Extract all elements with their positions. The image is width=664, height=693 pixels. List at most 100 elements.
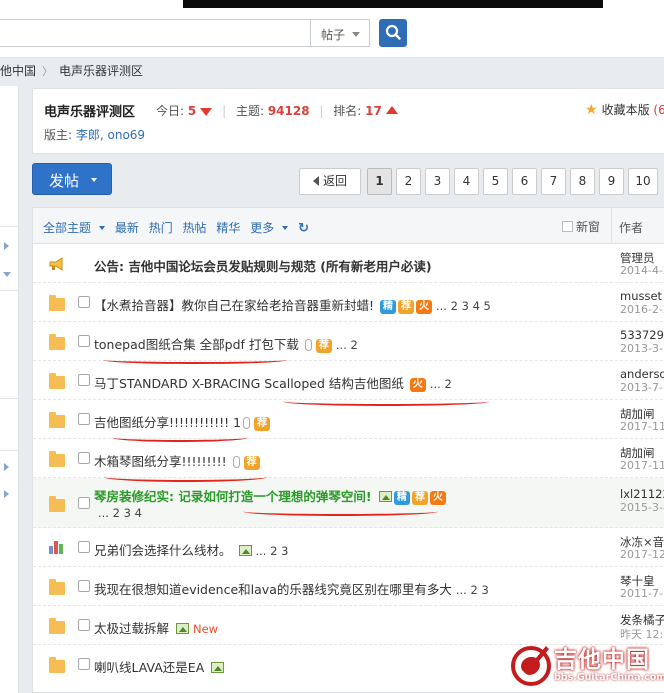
- row-checkbox[interactable]: [78, 452, 90, 464]
- table-row[interactable]: 我现在很想知道evidence和lava的乐器线究竟区别在哪里有多大 ... 2 …: [33, 567, 664, 606]
- search-button[interactable]: [379, 19, 407, 47]
- chevron-down-icon[interactable]: [3, 272, 11, 277]
- folder-icon: [49, 334, 65, 350]
- row-checkbox[interactable]: [78, 374, 90, 386]
- page-3[interactable]: 3: [425, 168, 450, 195]
- row-checkbox[interactable]: [78, 619, 90, 631]
- table-row[interactable]: 【水煮拾音器】教你自己在家给老拾音器重新封蜡! 精荐火 ... 2 3 4 5 m…: [33, 283, 664, 322]
- annotation-underline: [103, 356, 287, 364]
- folder-icon: [49, 496, 65, 512]
- thread-title[interactable]: 兄弟们会选择什么线材。: [94, 543, 232, 558]
- digest-badge: 精: [380, 300, 396, 314]
- thread-date: 2011-7-1: [620, 587, 664, 600]
- thread-date: 2015-3-8: [620, 501, 664, 514]
- thread-author[interactable]: musset: [620, 289, 662, 303]
- divider: |: [222, 104, 227, 118]
- chevron-right-icon[interactable]: [4, 490, 9, 498]
- back-button[interactable]: 返回: [299, 168, 361, 195]
- new-post-button[interactable]: 发帖: [32, 163, 112, 195]
- row-checkbox[interactable]: [78, 413, 90, 425]
- topics-value: 94128: [267, 104, 310, 118]
- thread-title[interactable]: 【水煮拾音器】教你自己在家给老拾音器重新封蜡!: [94, 298, 374, 313]
- favorite-forum-button[interactable]: ★ 收藏本版 (6: [585, 101, 664, 118]
- page-9[interactable]: 9: [599, 168, 624, 195]
- filter-digest[interactable]: 精华: [216, 221, 240, 235]
- image-icon: [238, 545, 252, 556]
- watermark-url: bbs.GuitarChina.com: [554, 672, 664, 683]
- search-input[interactable]: [0, 19, 311, 47]
- favorite-label: 收藏本版: [601, 103, 650, 117]
- new-window-toggle[interactable]: 新窗: [562, 218, 600, 235]
- filter-bar: 全部主题 最新 热门 热帖 精华 更多 ↻: [43, 219, 315, 236]
- row-checkbox[interactable]: [78, 296, 90, 308]
- row-checkbox[interactable]: [78, 541, 90, 553]
- search-type-select[interactable]: 帖子: [310, 19, 370, 47]
- thread-pages[interactable]: ... 2 3 4: [98, 506, 142, 520]
- thread-title[interactable]: 太极过载拆解: [94, 621, 169, 636]
- today-label: 今日:: [156, 104, 185, 118]
- page-7[interactable]: 7: [541, 168, 566, 195]
- folder-icon: [49, 618, 65, 634]
- thread-date: 2014-4-2: [620, 264, 664, 277]
- thread-title[interactable]: 马丁STANDARD X-BRACING Scalloped 结构吉他图纸: [94, 376, 404, 391]
- megaphone-icon: [49, 257, 63, 271]
- table-row[interactable]: 马丁STANDARD X-BRACING Scalloped 结构吉他图纸 火.…: [33, 361, 664, 400]
- thread-pages[interactable]: ... 2 3: [256, 544, 289, 558]
- table-row[interactable]: 兄弟们会选择什么线材。 ... 2 3 冰冻×音 2017-12-: [33, 528, 664, 567]
- row-checkbox[interactable]: [78, 335, 90, 347]
- page-8[interactable]: 8: [570, 168, 595, 195]
- thread-pages[interactable]: ... 2 3 4 5: [436, 299, 491, 313]
- recommend-badge: 荐: [411, 491, 428, 505]
- filter-more-label: 更多: [250, 221, 275, 235]
- chevron-right-icon[interactable]: [4, 242, 9, 250]
- chevron-down-icon: [352, 32, 360, 37]
- new-window-label: 新窗: [576, 220, 601, 234]
- thread-author[interactable]: lxl21122: [620, 487, 664, 501]
- thread-pages[interactable]: ... 2: [430, 377, 452, 391]
- table-row[interactable]: 琴房装修纪实: 记录如何打造一个理想的弹琴空间! 精荐火 ... 2 3 4 l…: [33, 478, 664, 528]
- thread-title[interactable]: 我现在很想知道evidence和lava的乐器线究竟区别在哪里有多大: [94, 582, 452, 597]
- chevron-right-icon[interactable]: [4, 463, 9, 471]
- thread-pages[interactable]: ... 2 3: [456, 583, 489, 597]
- row-checkbox[interactable]: [78, 580, 90, 592]
- thread-title[interactable]: 喇叭线LAVA还是EA: [94, 660, 204, 675]
- row-checkbox[interactable]: [78, 658, 90, 670]
- recommend-badge: 荐: [243, 456, 260, 470]
- filter-hot[interactable]: 热门: [149, 221, 173, 235]
- filter-more[interactable]: 更多: [250, 221, 289, 235]
- moderators-links[interactable]: 李郎, ono69: [76, 128, 145, 142]
- hot-badge: 火: [429, 491, 446, 505]
- filter-all-topics[interactable]: 全部主题: [43, 221, 106, 235]
- thread-date: 2016-2-2: [620, 303, 664, 316]
- breadcrumb-item-home[interactable]: 他中国: [0, 62, 36, 79]
- page-5[interactable]: 5: [483, 168, 508, 195]
- table-row[interactable]: 公告: 吉他中国论坛会员发贴规则与规范 (所有新老用户必读) 管理员 2014-…: [33, 244, 664, 283]
- thread-pages[interactable]: ... 2: [336, 338, 358, 352]
- thread-author[interactable]: 5337290: [620, 328, 664, 342]
- thread-title[interactable]: 木箱琴图纸分享!!!!!!!!!: [94, 454, 227, 469]
- breadcrumb-item-forum[interactable]: 电声乐器评测区: [59, 62, 143, 79]
- filter-all-topics-label: 全部主题: [43, 221, 92, 235]
- page-10[interactable]: 10: [628, 168, 658, 195]
- thread-title[interactable]: 琴房装修纪实: 记录如何打造一个理想的弹琴空间!: [94, 489, 372, 504]
- refresh-icon[interactable]: ↻: [298, 221, 309, 236]
- thread-title[interactable]: 公告: 吉他中国论坛会员发贴规则与规范 (所有新老用户必读): [94, 256, 432, 275]
- filter-latest[interactable]: 最新: [115, 221, 139, 235]
- chevron-down-icon: [99, 226, 106, 230]
- page-4[interactable]: 4: [454, 168, 479, 195]
- author-column-header: 作者: [619, 221, 644, 235]
- search-icon: [385, 24, 401, 40]
- row-checkbox[interactable]: [78, 497, 90, 509]
- page-6[interactable]: 6: [512, 168, 537, 195]
- chevron-right-icon: 〉: [42, 65, 54, 78]
- new-window-checkbox[interactable]: [562, 221, 573, 232]
- filter-hot-posts[interactable]: 热帖: [183, 221, 207, 235]
- thread-title-line: tonepad图纸合集 全部pdf 打包下载 荐 ... 2: [94, 334, 358, 353]
- thread-author[interactable]: andersor: [620, 367, 664, 381]
- thread-title[interactable]: 吉他图纸分享!!!!!!!!!!!! 1: [94, 415, 241, 430]
- thread-title[interactable]: tonepad图纸合集 全部pdf 打包下载: [94, 337, 299, 352]
- forum-info-panel: 电声乐器评测区 今日: 5 | 主题: 94128 | 排名: 17 版主: 李…: [32, 88, 664, 154]
- page-1[interactable]: 1: [367, 168, 392, 195]
- folder-icon: [49, 579, 65, 595]
- page-2[interactable]: 2: [396, 168, 421, 195]
